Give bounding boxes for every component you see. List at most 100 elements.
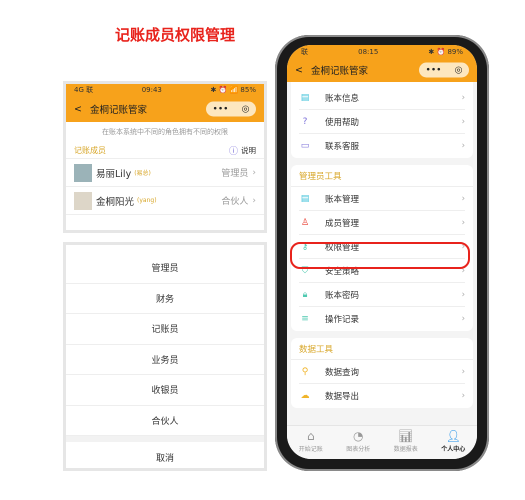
book-icon: ▤ [300, 92, 310, 103]
chevron-right-icon: › [461, 141, 465, 151]
menu-item[interactable]: ☁ 数据导出 › [299, 384, 466, 408]
tab-home[interactable]: ⌂ 开始记账 [287, 429, 335, 453]
app-title: 金桐记账管家 [310, 66, 368, 77]
menu-item-label: 账本信息 [325, 93, 360, 104]
back-button[interactable]: < [295, 65, 303, 76]
menu-item[interactable]: ⚲ 数据查询 › [299, 360, 465, 384]
member-role: 合伙人 [221, 197, 249, 207]
tab-person[interactable]: 👤︎ 个人中心 [430, 429, 478, 453]
section-title: 管理员工具 [291, 165, 473, 187]
cancel-button[interactable]: 取消 [66, 442, 264, 473]
chevron-right-icon: › [461, 366, 465, 377]
help-icon: ? [302, 116, 308, 127]
menu-item-label: 联系客服 [325, 142, 360, 152]
status-bar: 4G 联 09:43 ✱ ⏰ 📶 85% [66, 84, 264, 96]
menu-item[interactable]: ▤ 账本管理 › [299, 187, 465, 211]
more-button[interactable]: ••• [426, 65, 442, 75]
role-option[interactable]: 合伙人 [66, 406, 264, 436]
time: 09:43 [141, 86, 162, 94]
member-name: 易丽Lily [96, 168, 132, 180]
avatar [74, 163, 92, 182]
status-icons: ✱ ⏰ 89% [428, 47, 463, 56]
member-row[interactable]: 金桐阳光 (yang) 合伙人 › [66, 187, 264, 215]
tab-label: 图表分析 [346, 445, 371, 453]
status-bar: 联 08:15 ✱ ⏰ 89% [287, 45, 477, 58]
list-icon: ≡ [301, 314, 309, 324]
menu-item-label: 账本密码 [325, 290, 360, 301]
menu-item[interactable]: ♙ 成员管理 › [299, 211, 465, 235]
menu-item[interactable]: 🔒︎ 账本密码 › [299, 283, 465, 307]
tab-bar: ⌂ 开始记账 ◔ 图表分析 📊︎ 数据报表 👤︎ 个人中心 [287, 425, 477, 459]
member-nick: (yang) [137, 197, 157, 204]
role-option[interactable]: 记账员 [66, 314, 264, 345]
menu-item-label: 使用帮助 [325, 117, 360, 128]
time: 08:15 [358, 47, 379, 56]
close-target-button[interactable]: ◎ [242, 104, 250, 114]
pie-icon: ◔ [353, 428, 364, 443]
cloud-icon: ☁ [300, 391, 310, 401]
avatar [74, 191, 92, 210]
data-card: 数据工具 ⚲ 数据查询 › ☁ 数据导出 › [291, 338, 473, 408]
capsule: ••• ◎ [206, 101, 256, 117]
tab-bar-chart[interactable]: 📊︎ 数据报表 [382, 429, 430, 453]
user-icon: ♙ [300, 217, 310, 228]
carrier: 4G 联 [74, 86, 94, 94]
member-nick: (易总) [134, 170, 151, 177]
chevron-right-icon: › [461, 314, 465, 324]
back-button[interactable]: < [74, 104, 82, 115]
nav-bar: < 金桐记账管家 ••• ◎ [287, 58, 477, 82]
chevron-right-icon: › [252, 195, 256, 206]
members-panel: 4G 联 09:43 ✱ ⏰ 📶 85% < 金桐记账管家 ••• ◎ 在账本系统… [63, 81, 267, 233]
chevron-right-icon: › [461, 92, 465, 103]
menu-item-label: 数据导出 [325, 392, 360, 402]
tab-label: 个人中心 [441, 445, 466, 453]
chevron-right-icon: › [252, 167, 256, 178]
member-role: 管理员 [221, 169, 249, 179]
status-icons: ✱ ⏰ 📶 85% [210, 86, 256, 94]
tab-pie[interactable]: ◔ 图表分析 [335, 429, 383, 453]
menu-item[interactable]: ▭ 联系客服 › [299, 134, 465, 158]
role-option[interactable]: 财务 [66, 284, 264, 314]
tab-label: 开始记账 [298, 445, 323, 453]
menu-item[interactable]: ▤ 账本信息 › [299, 86, 465, 110]
section-title: 数据工具 [291, 338, 473, 360]
carrier: 联 [301, 47, 308, 56]
chevron-right-icon: › [461, 116, 465, 127]
section-header: 记账成员 ⓘ 说明 [66, 143, 264, 159]
menu-item-label: 操作记录 [325, 315, 360, 325]
role-option[interactable]: 管理员 [66, 253, 264, 284]
search-icon: ⚲ [301, 366, 309, 377]
capsule: ••• ◎ [419, 62, 469, 78]
chevron-right-icon: › [461, 289, 465, 300]
subtitle: 在账本系统中不同的角色拥有不同的权限 [102, 128, 228, 136]
person-icon: 👤︎ [445, 428, 461, 443]
role-option[interactable]: 业务员 [66, 345, 264, 375]
chevron-right-icon: › [461, 193, 465, 204]
nav-bar: < 金桐记账管家 ••• ◎ [66, 96, 264, 122]
more-button[interactable]: ••• [213, 104, 229, 114]
general-card: ▤ 账本信息 ›? 使用帮助 › ▭ 联系客服 › [291, 82, 473, 158]
member-row[interactable]: 易丽Lily (易总) 管理员 › [66, 159, 264, 187]
lock-icon: 🔒︎ [302, 289, 308, 300]
help-icon[interactable]: ⓘ [229, 144, 238, 157]
menu-item-label: 成员管理 [325, 218, 360, 229]
chevron-right-icon: › [461, 217, 465, 228]
menu-item-label: 数据查询 [325, 367, 360, 378]
member-name: 金桐阳光 [96, 196, 135, 208]
role-option[interactable]: 收银员 [66, 375, 264, 406]
highlight-outline [290, 242, 470, 269]
chevron-right-icon: › [461, 391, 465, 401]
close-target-button[interactable]: ◎ [455, 65, 463, 75]
role-action-sheet: 管理员 财务 记账员 业务员 收银员 合伙人 取消 [63, 242, 267, 471]
tab-label: 数据报表 [393, 445, 418, 453]
bar-chart-icon: 📊︎ [398, 428, 414, 443]
chat-icon: ▭ [300, 141, 310, 151]
menu-item[interactable]: ≡ 操作记录 › [299, 307, 465, 331]
section-title: 记账成员 [74, 146, 106, 155]
help-label[interactable]: 说明 [241, 145, 256, 156]
ledger-icon: ▤ [300, 193, 310, 204]
menu-item-label: 账本管理 [325, 194, 360, 205]
menu-item[interactable]: ? 使用帮助 › [299, 110, 465, 134]
app-title: 金桐记账管家 [89, 105, 147, 116]
home-icon: ⌂ [306, 428, 315, 443]
